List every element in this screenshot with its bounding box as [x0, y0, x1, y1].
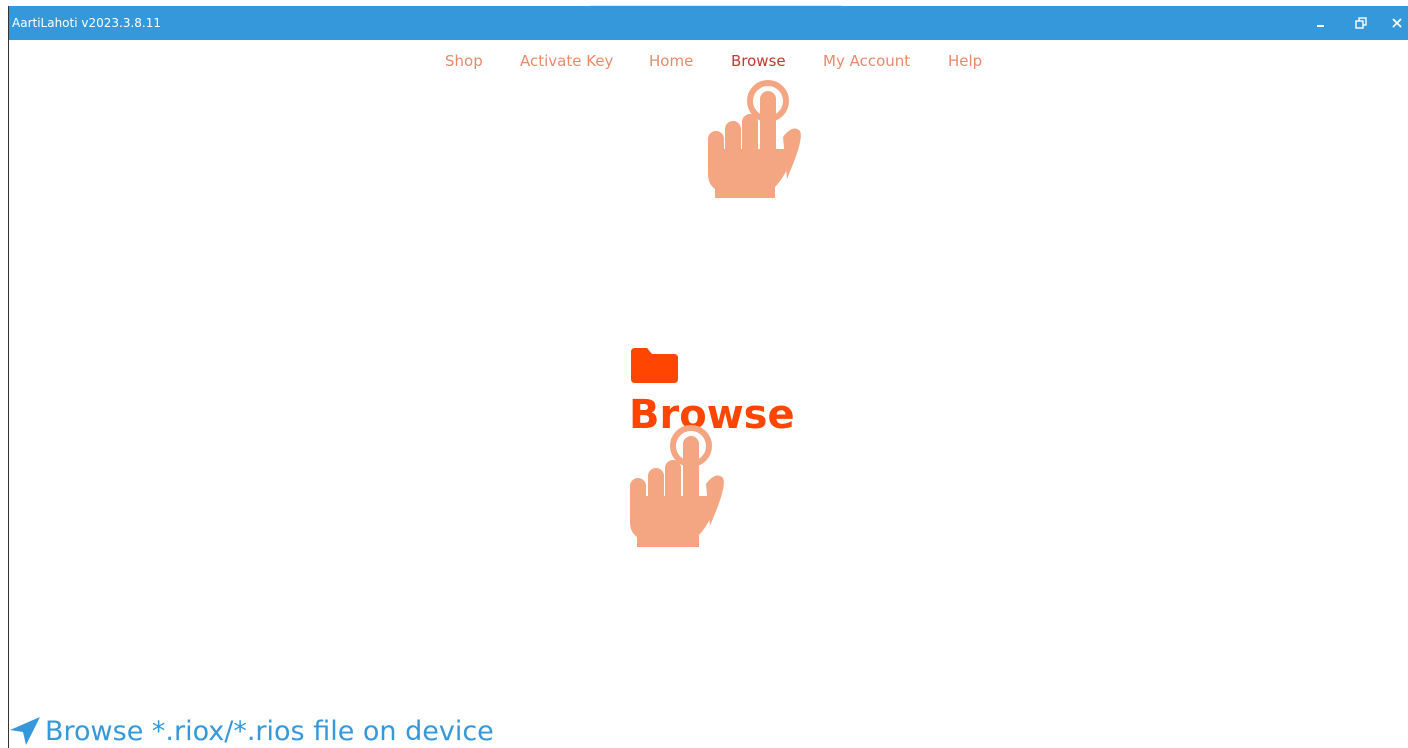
nav-item-my-account[interactable]: My Account	[823, 52, 910, 70]
nav-item-home[interactable]: Home	[649, 52, 693, 70]
close-button[interactable]	[1383, 6, 1408, 40]
nav-item-activate-key[interactable]: Activate Key	[520, 52, 613, 70]
footer-hint: Browse *.riox/*.rios file on device	[9, 714, 494, 748]
title-bar[interactable]: AartiLahoti v2023.3.8.11	[9, 6, 1408, 40]
tap-hand-icon-main	[630, 425, 724, 547]
main-nav: Shop Activate Key Home Browse My Account…	[9, 52, 1408, 76]
folder-icon[interactable]	[629, 346, 679, 384]
restore-icon	[1355, 17, 1367, 29]
location-arrow-icon	[10, 717, 40, 745]
nav-item-shop[interactable]: Shop	[445, 52, 483, 70]
app-window: AartiLahoti v2023.3.8.11 Shop Activate K…	[8, 6, 1408, 748]
window-title: AartiLahoti v2023.3.8.11	[12, 16, 161, 30]
close-icon	[1392, 18, 1402, 28]
minimize-icon	[1317, 25, 1324, 27]
nav-item-help[interactable]: Help	[948, 52, 982, 70]
footer-text: Browse *.riox/*.rios file on device	[45, 715, 494, 747]
nav-item-browse[interactable]: Browse	[731, 52, 786, 70]
tap-hand-icon	[708, 80, 801, 198]
minimize-button[interactable]	[1307, 6, 1335, 40]
restore-button[interactable]	[1347, 6, 1375, 40]
